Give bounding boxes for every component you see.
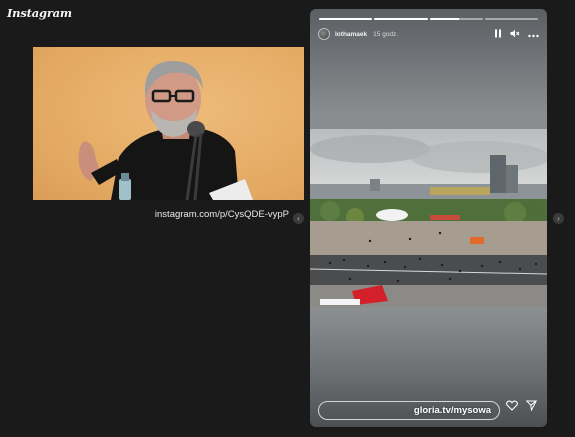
- progress-fill: [429, 18, 459, 20]
- username[interactable]: lothamaek: [335, 31, 367, 38]
- preview-caption: instagram.com/p/CysQDE-vypP: [154, 209, 289, 220]
- story-photo: [310, 129, 547, 307]
- previous-story-button[interactable]: ‹: [293, 213, 304, 224]
- instagram-logo[interactable]: Instagram: [7, 6, 72, 20]
- progress-fill: [374, 18, 428, 20]
- progress-segment: [374, 18, 428, 20]
- story-progress: [319, 18, 538, 20]
- volume-icon[interactable]: [510, 25, 520, 43]
- progress-segment: [429, 18, 483, 20]
- previous-story-preview[interactable]: [33, 47, 304, 200]
- avatar[interactable]: [318, 28, 330, 40]
- progress-segment: [484, 18, 538, 20]
- story-header: lothamaek 15 godz.: [318, 26, 539, 42]
- pause-icon[interactable]: [494, 25, 502, 43]
- send-icon[interactable]: [525, 398, 538, 416]
- heart-icon[interactable]: [506, 398, 518, 416]
- more-icon[interactable]: [528, 25, 539, 43]
- next-story-button[interactable]: ›: [553, 213, 564, 224]
- progress-segment: [319, 18, 373, 20]
- story-viewer[interactable]: lothamaek 15 godz. gloria.tv/mysowa: [310, 9, 547, 427]
- speaker-image: [78, 61, 253, 200]
- story-controls: [494, 25, 539, 43]
- progress-fill: [319, 18, 373, 20]
- story-link-sticker[interactable]: gloria.tv/mysowa: [414, 405, 491, 416]
- post-time: 15 godz.: [373, 30, 399, 38]
